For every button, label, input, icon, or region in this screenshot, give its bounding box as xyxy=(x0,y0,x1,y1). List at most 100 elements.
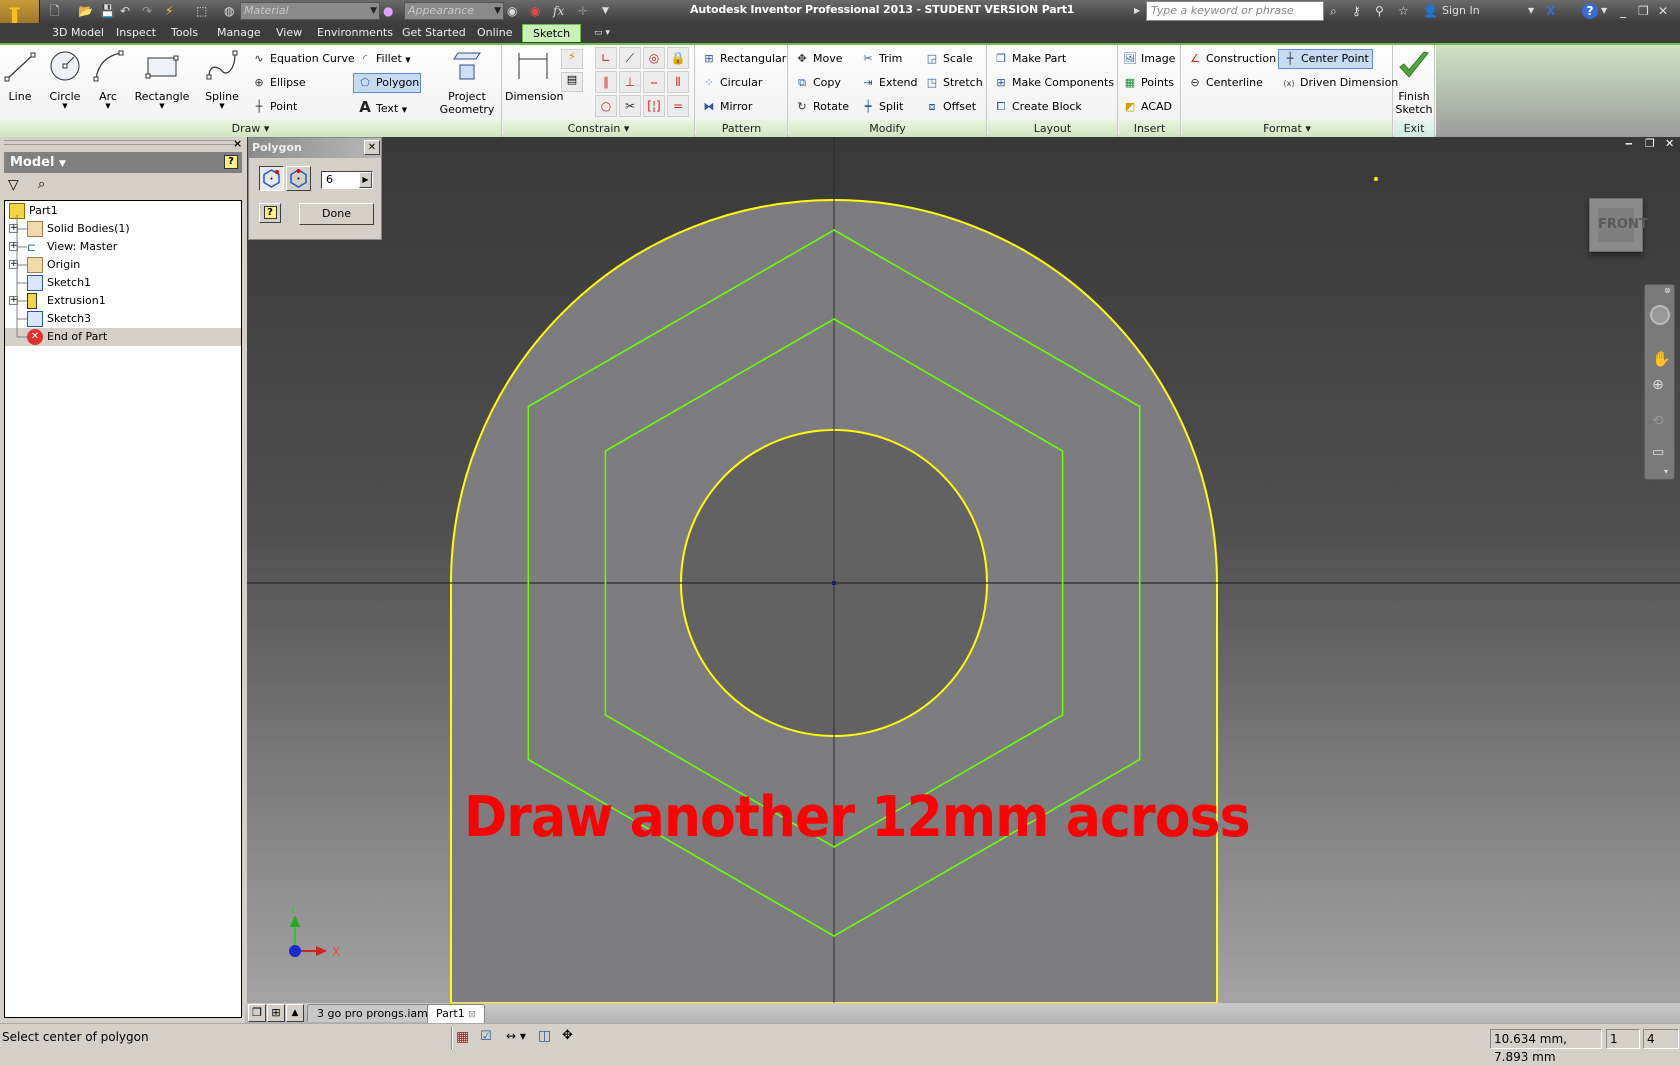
doc-tab-part1[interactable]: Part1 ⊠ xyxy=(427,1004,485,1023)
symmetric-constraint-icon[interactable]: [¦] xyxy=(643,95,665,117)
show-constraints-status-icon[interactable]: ☑ xyxy=(480,1029,492,1044)
construction-button[interactable]: ∠ Construction xyxy=(1184,49,1279,69)
image-button[interactable]: 🖼 Image xyxy=(1119,49,1178,69)
dialog-close-button[interactable]: ✕ xyxy=(364,140,380,155)
exchange-x-icon[interactable]: X xyxy=(1546,2,1555,20)
close-window-button[interactable]: ✕ xyxy=(1658,2,1668,20)
pan-hand-icon[interactable]: ✋ xyxy=(1652,350,1671,368)
close-tab-icon[interactable]: ⊠ xyxy=(468,1010,476,1020)
dialog-help-button[interactable]: ? xyxy=(259,203,281,223)
scale-button[interactable]: ◲ Scale xyxy=(921,49,976,69)
tab-manage[interactable]: Manage xyxy=(213,24,265,42)
zoom-icon[interactable]: ⊕ xyxy=(1652,377,1664,393)
appearance-dropdown[interactable]: Appearance ▼ xyxy=(404,2,504,20)
chevron-down-icon[interactable]: ▼ xyxy=(44,103,86,110)
favorites-star-icon[interactable]: ☆ xyxy=(1398,2,1409,20)
doc-tab-assembly[interactable]: 3 go pro prongs.iam xyxy=(307,1004,438,1022)
sides-input[interactable]: 6 ▶ xyxy=(321,171,373,189)
format-panel-label[interactable]: Format ▾ xyxy=(1182,120,1392,137)
help-search-input[interactable]: Type a keyword or phrase xyxy=(1146,1,1324,21)
tab-inspect[interactable]: Inspect xyxy=(112,24,160,42)
center-point-button[interactable]: ┼ Center Point xyxy=(1278,49,1373,69)
inscribed-button[interactable] xyxy=(259,166,284,191)
move-button[interactable]: ✥ Move xyxy=(791,49,846,69)
filter-icon[interactable]: ▽ xyxy=(8,177,19,193)
steering-wheel-icon[interactable] xyxy=(1650,305,1670,325)
viewport-restore-icon[interactable]: ❐ xyxy=(1645,137,1655,150)
text-button[interactable]: A Text ▼ xyxy=(354,97,410,117)
trim-button[interactable]: ✂ Trim xyxy=(857,49,905,69)
horizontal-constraint-icon[interactable]: ⎯ xyxy=(643,71,665,93)
viewcube-front-face[interactable]: FRONT xyxy=(1598,208,1648,242)
parallel-constraint-icon[interactable]: ∥ xyxy=(595,71,617,93)
tab-3d-model[interactable]: 3D Model xyxy=(48,24,108,42)
acad-button[interactable]: ◩ ACAD xyxy=(1119,97,1175,117)
look-at-icon[interactable]: ▭ xyxy=(1652,445,1664,460)
circular-pattern-button[interactable]: ⁘ Circular xyxy=(698,73,765,93)
select-icon[interactable]: ⬚ xyxy=(196,2,207,20)
perpendicular-constraint-icon[interactable]: ⊥ xyxy=(619,71,641,93)
viewport-minimize-icon[interactable]: ‒ xyxy=(1625,137,1633,150)
orbit-icon[interactable]: ⟲ xyxy=(1652,413,1664,429)
create-block-button[interactable]: ⧠ Create Block xyxy=(990,97,1085,117)
navbar-close-icon[interactable]: ⊗ xyxy=(1664,286,1671,295)
update-icon[interactable]: ⚡ xyxy=(165,2,173,20)
sides-increment-arrow[interactable]: ▶ xyxy=(359,172,372,188)
split-button[interactable]: ┿ Split xyxy=(857,97,906,117)
tangent-constraint-icon[interactable]: ○ xyxy=(595,95,617,117)
rectangular-pattern-button[interactable]: ⊞ Rectangular xyxy=(698,49,789,69)
constrain-panel-label[interactable]: Constrain ▾ xyxy=(503,120,694,137)
tab-view[interactable]: View xyxy=(272,24,306,42)
tab-environments[interactable]: Environments xyxy=(313,24,397,42)
point-button[interactable]: ┼ Point xyxy=(248,97,300,117)
dimension-status-icon[interactable]: ↔ ▾ xyxy=(506,1029,526,1043)
make-part-button[interactable]: ❒ Make Part xyxy=(990,49,1069,69)
viewcube[interactable]: FRONT xyxy=(1589,198,1648,252)
smooth-constraint-icon[interactable]: ✂ xyxy=(619,95,641,117)
make-components-button[interactable]: ⊞ Make Components xyxy=(990,73,1117,93)
offset-button[interactable]: ⧈ Offset xyxy=(921,97,979,117)
fx-parameters-icon[interactable]: fx xyxy=(553,2,564,20)
line-button[interactable]: Line xyxy=(2,49,38,103)
help-icon[interactable]: ? xyxy=(1582,3,1598,19)
mirror-button[interactable]: ⧓ Mirror xyxy=(698,97,755,117)
circumscribed-button[interactable] xyxy=(286,166,311,191)
chevron-down-icon[interactable]: ▼ xyxy=(202,103,242,110)
tab-get-started[interactable]: Get Started xyxy=(398,24,470,42)
copy-button[interactable]: ⧉ Copy xyxy=(791,73,844,93)
arc-button[interactable]: Arc ▼ xyxy=(90,49,126,110)
measure-plus-icon[interactable]: ✛ xyxy=(578,2,588,20)
polygon-dialog-title[interactable]: Polygon xyxy=(249,138,381,158)
graphics-window[interactable]: Draw another 12mm across FRONT ‒ ❐ ✕ ⊗ ✋… xyxy=(247,137,1680,1003)
rotate-button[interactable]: ↻ Rotate xyxy=(791,97,852,117)
spline-button[interactable]: Spline ▼ xyxy=(202,49,242,110)
clear-appearance-icon[interactable]: ◉ xyxy=(530,2,540,20)
search-expand-icon[interactable]: ▶ xyxy=(1134,2,1140,20)
ribbon-display-toggle-icon[interactable]: ▭ ▾ xyxy=(590,24,614,42)
auto-dimension-icon[interactable]: ⚡ xyxy=(561,49,583,69)
points-button[interactable]: ▦ Points xyxy=(1119,73,1177,93)
binoculars-icon[interactable]: ⌕ xyxy=(1330,2,1337,20)
navbar-options-icon[interactable]: ▾ xyxy=(1664,467,1668,476)
collinear-constraint-icon[interactable]: ⟋ xyxy=(619,47,641,69)
dimension-button[interactable]: Dimension xyxy=(505,49,563,103)
stretch-button[interactable]: ◳ Stretch xyxy=(921,73,986,93)
chevron-down-icon[interactable]: ▼ xyxy=(402,106,407,114)
open-documents-menu-icon[interactable]: ▲ xyxy=(286,1004,304,1022)
fix-constraint-icon[interactable]: 🔒 xyxy=(667,47,689,69)
sketch-canvas[interactable] xyxy=(247,137,1680,1003)
polygon-button[interactable]: ⬠ Polygon xyxy=(353,73,421,93)
viewport-close-icon[interactable]: ✕ xyxy=(1665,137,1674,150)
coincident-constraint-icon[interactable]: ∟ xyxy=(595,47,617,69)
circle-button[interactable]: Circle ▼ xyxy=(44,49,86,110)
restore-window-button[interactable]: ❐ xyxy=(1638,2,1649,20)
sign-in-dropdown-icon[interactable]: ▼ xyxy=(1528,2,1534,20)
browser-header[interactable]: Model ▼ ? xyxy=(4,152,242,173)
centerline-button[interactable]: ⊖ Centerline xyxy=(1184,73,1266,93)
new-icon[interactable]: 🗋 xyxy=(50,2,60,20)
tab-online[interactable]: Online xyxy=(473,24,516,42)
equation-curve-button[interactable]: ∿ Equation Curve xyxy=(248,49,358,69)
cascade-windows-icon[interactable]: ❐ xyxy=(248,1004,266,1022)
concentric-constraint-icon[interactable]: ◎ xyxy=(643,47,665,69)
snap-grid-icon[interactable]: ▦ xyxy=(456,1029,469,1045)
